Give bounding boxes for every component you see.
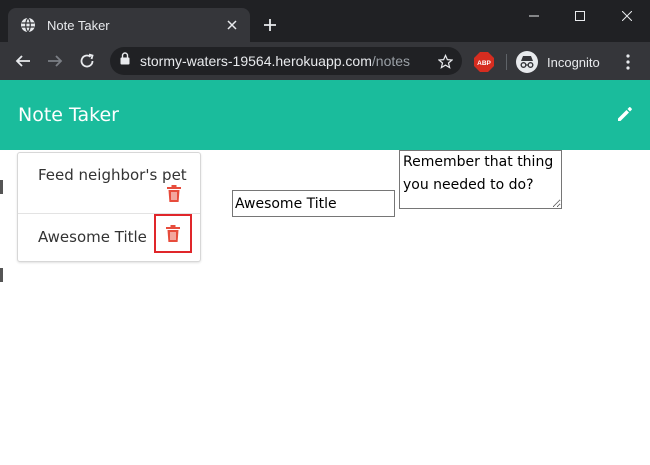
reload-icon[interactable] bbox=[73, 47, 101, 75]
note-title: Awesome Title bbox=[38, 228, 147, 246]
tab-title: Note Taker bbox=[47, 17, 110, 33]
note-text-area[interactable]: Remember that thing you needed to do? bbox=[399, 150, 562, 209]
url-text: stormy-waters-19564.herokuapp.com/notes bbox=[140, 53, 432, 69]
app-title[interactable]: Note Taker bbox=[18, 104, 119, 126]
note-title: Feed neighbor's pet bbox=[38, 166, 187, 184]
note-title-input[interactable] bbox=[232, 190, 395, 217]
toolbar-separator bbox=[506, 54, 507, 70]
incognito-label: Incognito bbox=[547, 54, 600, 70]
minimize-icon[interactable] bbox=[511, 0, 557, 32]
plus-icon[interactable] bbox=[258, 13, 282, 37]
app-navbar: Note Taker bbox=[0, 80, 650, 150]
edge-mark bbox=[0, 180, 3, 194]
adblock-icon[interactable]: ABP bbox=[474, 52, 494, 72]
kebab-menu-icon[interactable] bbox=[618, 52, 638, 72]
trash-icon[interactable] bbox=[166, 185, 182, 203]
abp-label: ABP bbox=[477, 60, 491, 67]
pencil-icon[interactable] bbox=[616, 105, 634, 123]
browser-tab-strip: Note Taker bbox=[0, 0, 650, 42]
edge-mark bbox=[0, 268, 3, 282]
browser-toolbar: stormy-waters-19564.herokuapp.com/notes … bbox=[0, 42, 650, 80]
address-bar[interactable]: stormy-waters-19564.herokuapp.com/notes bbox=[110, 47, 462, 75]
arrow-right-icon[interactable] bbox=[41, 47, 69, 75]
star-icon[interactable] bbox=[432, 48, 458, 74]
incognito-icon bbox=[516, 51, 538, 73]
delete-highlight-box bbox=[154, 214, 192, 253]
close-icon[interactable] bbox=[218, 11, 246, 39]
window-close-icon[interactable] bbox=[604, 0, 650, 32]
arrow-left-icon[interactable] bbox=[9, 47, 37, 75]
url-path: /notes bbox=[371, 53, 411, 69]
incognito-indicator[interactable]: Incognito bbox=[516, 49, 600, 75]
lock-icon bbox=[120, 52, 130, 70]
list-item[interactable]: Feed neighbor's pet bbox=[18, 153, 200, 214]
url-host: stormy-waters-19564.herokuapp.com bbox=[140, 53, 372, 69]
globe-icon bbox=[20, 17, 36, 33]
maximize-icon[interactable] bbox=[557, 0, 603, 32]
browser-tab[interactable]: Note Taker bbox=[8, 8, 250, 42]
